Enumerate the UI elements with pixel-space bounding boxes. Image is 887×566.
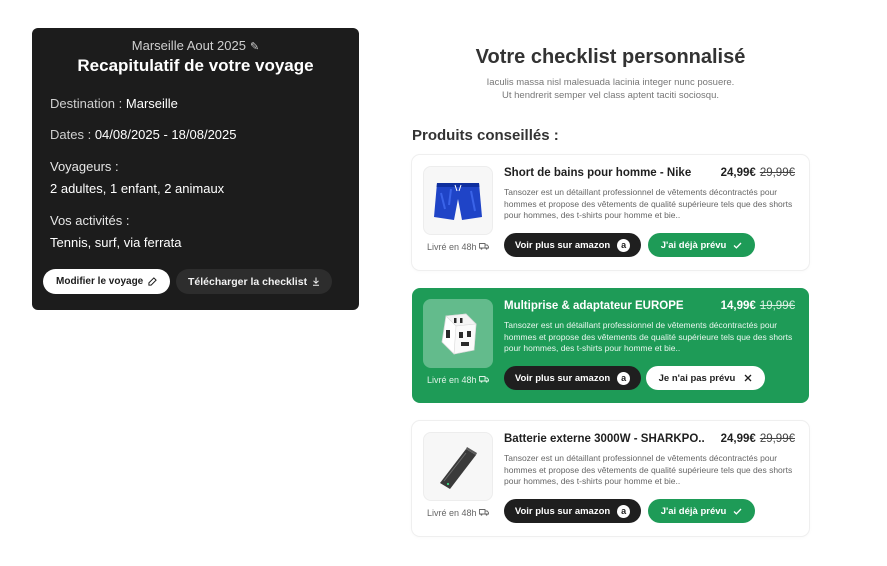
product-image (423, 166, 493, 235)
swim-shorts-icon (434, 182, 482, 220)
view-on-amazon-button[interactable]: Voir plus sur amazon a (504, 233, 641, 257)
product-image (423, 299, 493, 368)
edit-trip-button[interactable]: Modifier le voyage (43, 269, 171, 294)
amazon-button-label: Voir plus sur amazon (514, 372, 611, 384)
already-planned-button[interactable]: J'ai déjà prévu (648, 499, 755, 523)
view-on-amazon-button[interactable]: Voir plus sur amazon a (504, 366, 641, 390)
recommended-products-title: Produits conseillés : (412, 127, 559, 144)
dates-row: Dates : 04/08/2025 - 18/08/2025 (50, 127, 237, 142)
product-description: Tansozer est un détaillant professionnel… (504, 320, 793, 353)
amazon-button-label: Voir plus sur amazon (514, 505, 611, 517)
trip-summary-card: Marseille Aout 2025 ✎ Recapitulatif de vo… (32, 28, 359, 310)
product-card: Livré en 48h Batterie externe 3000W - SH… (412, 421, 809, 536)
product-image (423, 432, 493, 501)
product-price: 24,99€ 29,99€ (721, 433, 795, 445)
destination-value: Marseille (125, 96, 178, 111)
edit-icon[interactable]: ✎ (250, 40, 259, 53)
download-icon (313, 277, 320, 286)
destination-label: Destination : (50, 96, 123, 111)
travel-adapter-icon (441, 313, 477, 354)
truck-icon (479, 243, 489, 250)
not-planned-button[interactable]: Je n'ai pas prévu (646, 366, 765, 390)
view-on-amazon-button[interactable]: Voir plus sur amazon a (504, 499, 641, 523)
old-price: 29,99€ (759, 433, 795, 445)
checklist-description: Iaculis massa nisl malesuada lacinia int… (412, 76, 809, 102)
power-bank-icon (440, 446, 477, 489)
checklist-title: Votre checklist personnalisé (475, 46, 746, 68)
product-description: Tansozer est un détaillant professionnel… (504, 453, 793, 486)
product-name: Multiprise & adaptateur EUROPE (504, 300, 684, 312)
description-line: Iaculis massa nisl malesuada lacinia int… (486, 77, 735, 88)
activities-value: Tennis, surf, via ferrata (50, 235, 182, 250)
amazon-icon: a (617, 504, 631, 518)
activities-label: Vos activités : (50, 213, 130, 228)
trip-name-label: Marseille Aout 2025 (131, 38, 246, 53)
product-description: Tansozer est un détaillant professionnel… (504, 187, 793, 220)
delivery-info: Livré en 48h (422, 242, 494, 252)
trip-name: Marseille Aout 2025 ✎ (32, 38, 359, 53)
dates-label: Dates : (50, 127, 92, 142)
old-price: 19,99€ (759, 300, 795, 312)
description-line: Ut hendrerit semper vel class aptent tac… (501, 90, 719, 101)
product-name: Short de bains pour homme - Nike (504, 167, 692, 179)
already-planned-label: J'ai déjà prévu (660, 239, 727, 251)
edit-icon (148, 277, 158, 286)
product-price: 24,99€ 29,99€ (721, 167, 795, 179)
dates-value: 04/08/2025 - 18/08/2025 (94, 127, 237, 142)
already-planned-button[interactable]: J'ai déjà prévu (648, 233, 755, 257)
download-checklist-button[interactable]: Télécharger la checklist (176, 269, 333, 294)
current-price: 14,99€ (720, 300, 756, 312)
edit-trip-label: Modifier le voyage (56, 276, 144, 287)
download-checklist-label: Télécharger la checklist (188, 275, 308, 288)
delivery-label: Livré en 48h (426, 242, 477, 252)
delivery-label: Livré en 48h (426, 375, 477, 385)
delivery-info: Livré en 48h (422, 508, 494, 518)
check-icon (733, 508, 742, 515)
current-price: 24,99€ (720, 433, 756, 445)
truck-icon (479, 509, 489, 516)
delivery-info: Livré en 48h (422, 375, 494, 385)
amazon-button-label: Voir plus sur amazon (514, 239, 611, 251)
product-card-selected: Livré en 48h Multiprise & adaptateur EUR… (412, 288, 809, 403)
summary-title: Recapitulatif de votre voyage (77, 56, 314, 75)
truck-icon (479, 376, 489, 383)
current-price: 24,99€ (720, 167, 756, 179)
travelers-label: Voyageurs : (50, 159, 119, 174)
close-icon (744, 374, 752, 382)
product-card: Livré en 48h Short de bains pour homme -… (412, 155, 809, 270)
product-price: 14,99€ 19,99€ (721, 300, 795, 312)
old-price: 29,99€ (759, 167, 795, 179)
already-planned-label: J'ai déjà prévu (660, 505, 727, 517)
travelers-value: 2 adultes, 1 enfant, 2 animaux (50, 181, 225, 196)
product-name: Batterie externe 3000W - SHARKPO.. (504, 433, 705, 445)
delivery-label: Livré en 48h (426, 508, 477, 518)
amazon-icon: a (617, 371, 631, 385)
not-planned-label: Je n'ai pas prévu (658, 372, 736, 384)
page: Marseille Aout 2025 ✎ Recapitulatif de vo… (0, 0, 887, 566)
check-icon (733, 242, 742, 249)
amazon-icon: a (617, 238, 631, 252)
destination-row: Destination : Marseille (50, 96, 178, 111)
